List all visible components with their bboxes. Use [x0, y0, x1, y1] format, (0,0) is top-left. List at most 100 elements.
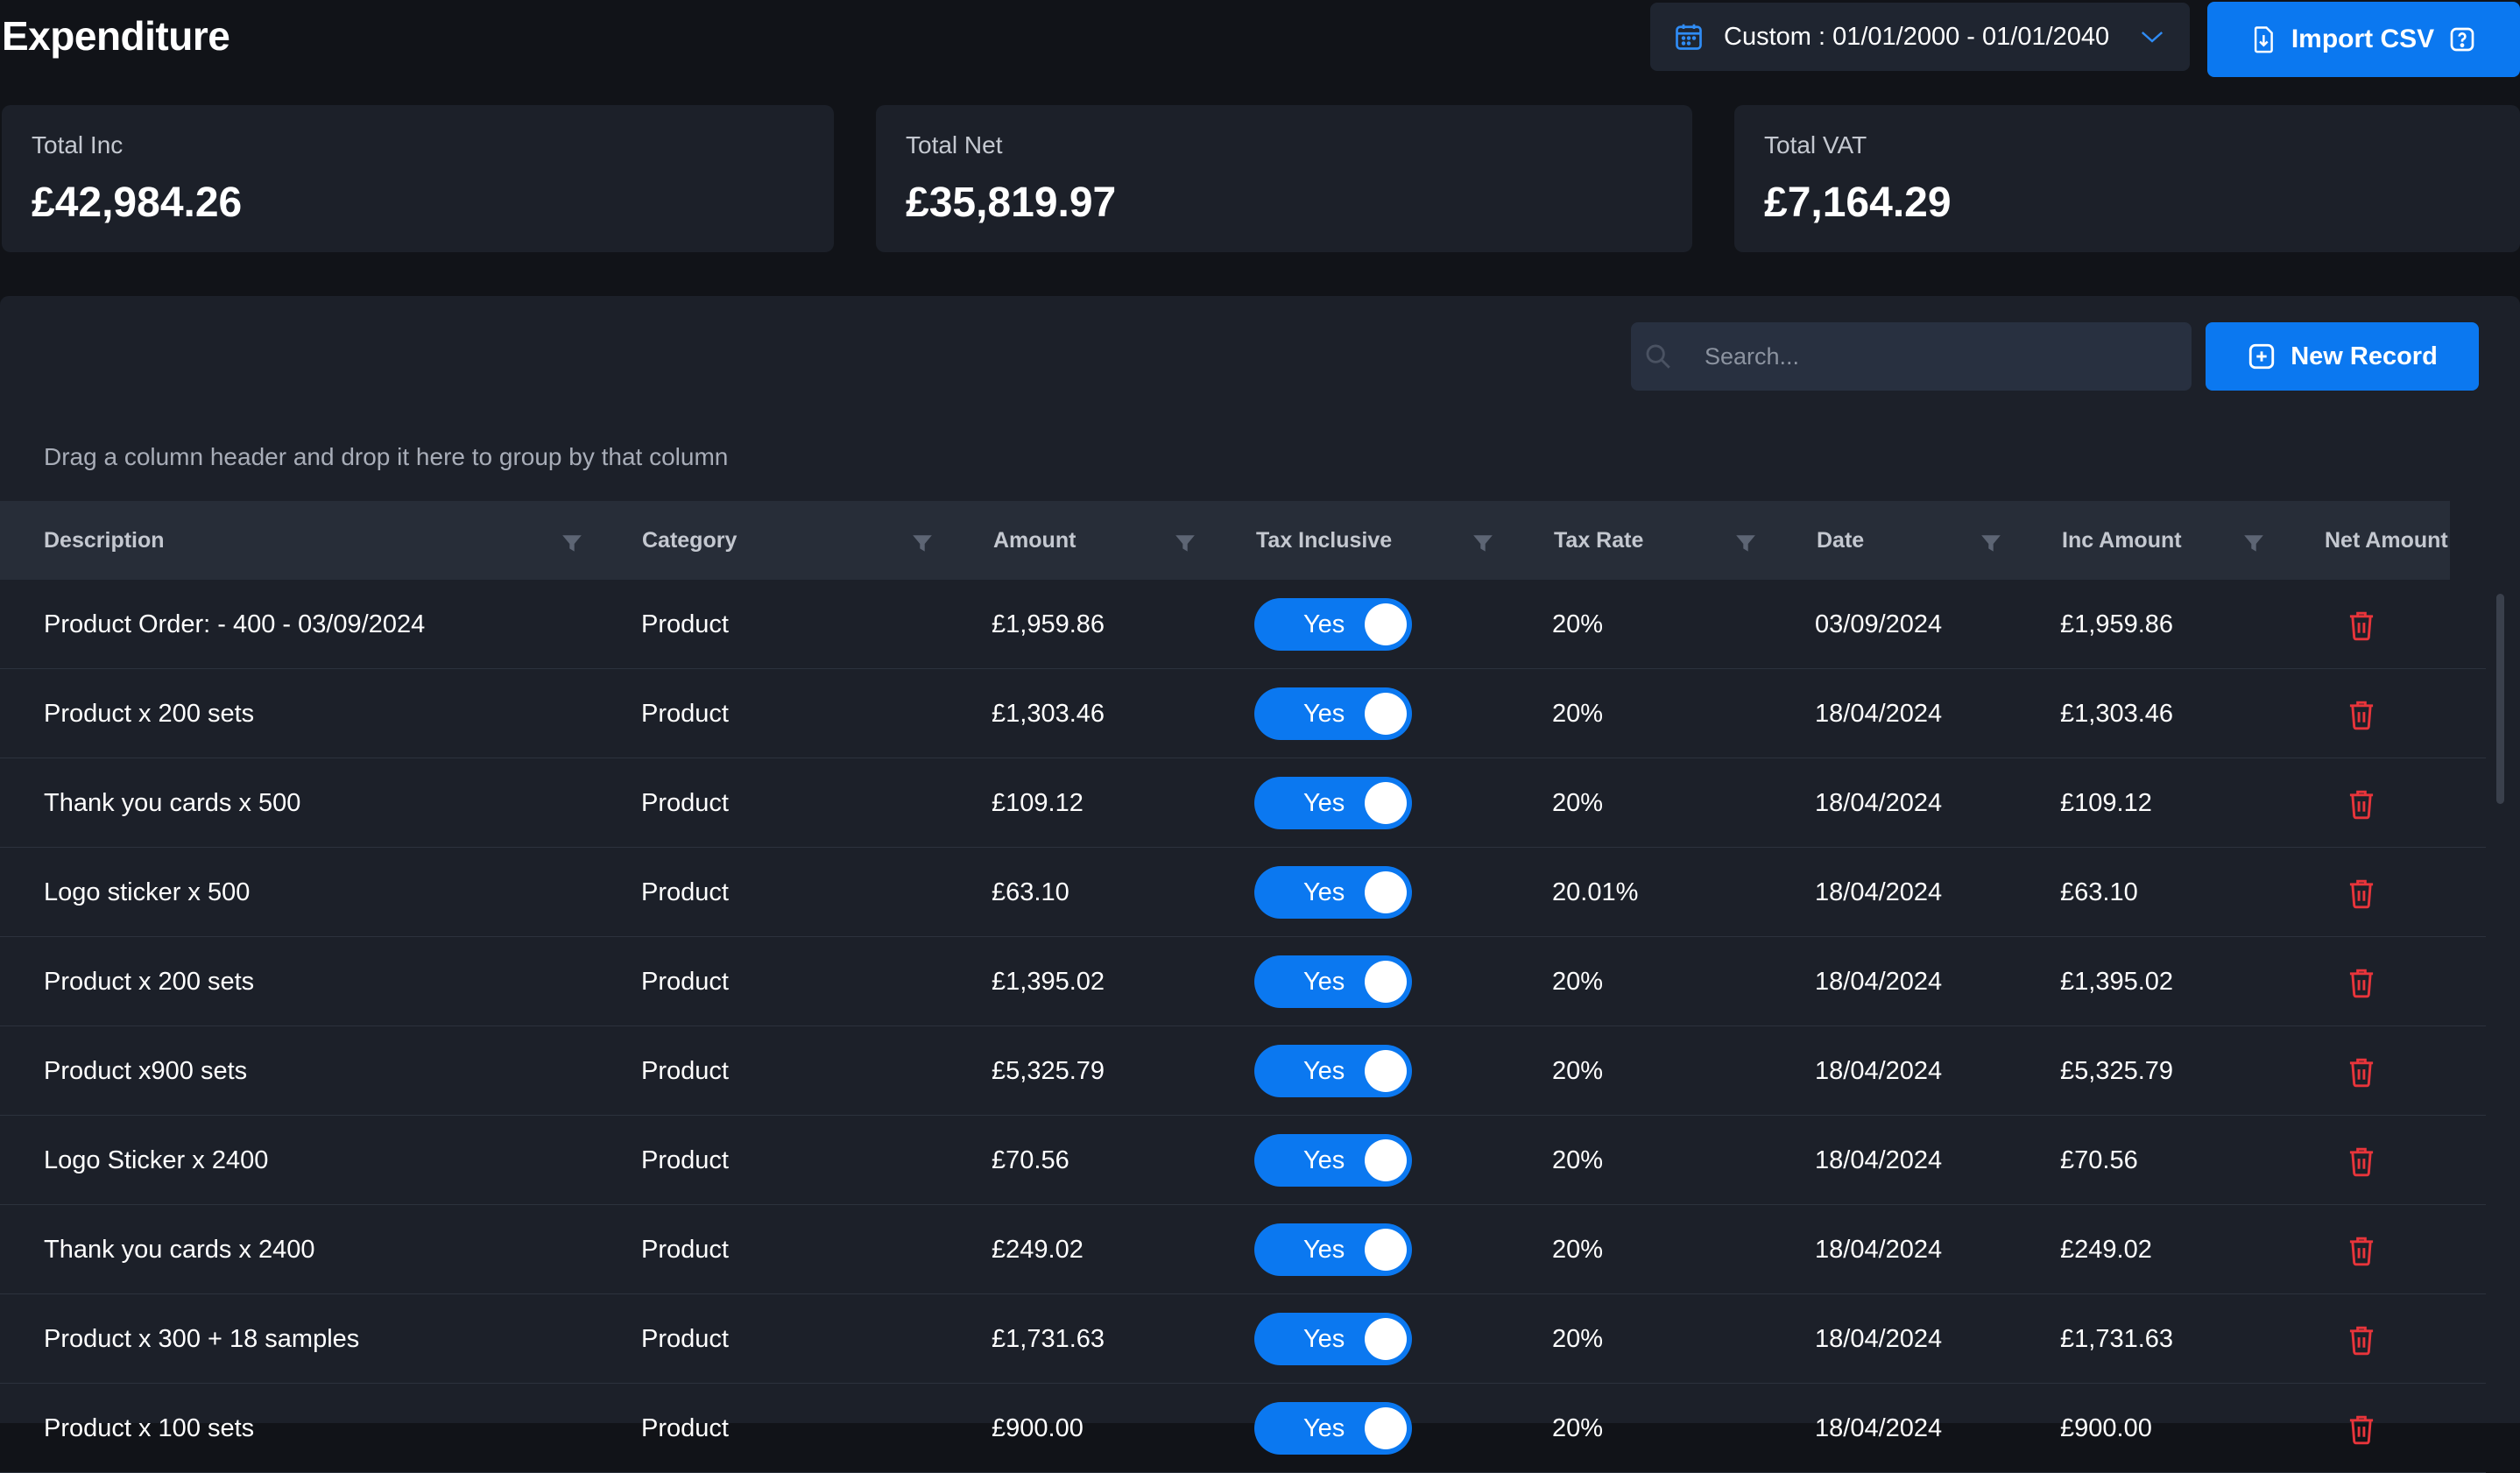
filter-funnel-icon[interactable]	[1174, 532, 1196, 555]
group-by-drop-zone[interactable]: Drag a column header and drop it here to…	[44, 443, 728, 471]
filter-funnel-icon[interactable]	[911, 532, 934, 555]
trash-icon[interactable]	[2347, 1324, 2375, 1356]
summary-value: £42,984.26	[32, 180, 243, 226]
cell-inc-amount: £109.12	[2060, 788, 2152, 817]
help-icon[interactable]	[2448, 25, 2476, 53]
summary-label: Total VAT	[1764, 131, 1867, 159]
cell-category: Product	[641, 699, 729, 728]
toggle-knob	[1365, 1318, 1407, 1360]
column-header-inc-amount[interactable]: Inc Amount	[2062, 501, 2182, 580]
table-header: Description Category Amount Tax Inclusiv…	[0, 501, 2450, 580]
chevron-down-icon	[2141, 32, 2164, 43]
trash-icon[interactable]	[2347, 1145, 2375, 1177]
cell-date: 18/04/2024	[1815, 788, 1943, 817]
toggle-label: Yes	[1303, 968, 1345, 996]
column-header-date[interactable]: Date	[1817, 501, 1864, 580]
file-import-icon	[2254, 26, 2273, 53]
toggle-label: Yes	[1303, 1057, 1345, 1085]
table-row[interactable]: Product x 100 sets Product £900.00 Yes 2…	[0, 1384, 2486, 1473]
cell-category: Product	[641, 1324, 729, 1353]
summary-value: £35,819.97	[906, 180, 1117, 226]
trash-icon[interactable]	[2347, 788, 2375, 820]
cell-amount: £109.12	[992, 788, 1084, 817]
filter-funnel-icon[interactable]	[2242, 532, 2265, 555]
column-header-net-amount[interactable]: Net Amount	[2325, 501, 2448, 580]
search-input[interactable]	[1705, 342, 2160, 370]
search-box[interactable]	[1631, 322, 2192, 391]
column-header-tax-rate[interactable]: Tax Rate	[1554, 501, 1643, 580]
vertical-scrollbar[interactable]	[2496, 594, 2504, 804]
tax-inclusive-toggle[interactable]: Yes	[1254, 955, 1412, 1008]
cell-inc-amount: £1,395.02	[2060, 967, 2174, 996]
tax-inclusive-toggle[interactable]: Yes	[1254, 1045, 1412, 1097]
tax-inclusive-toggle[interactable]: Yes	[1254, 777, 1412, 829]
cell-amount: £1,731.63	[992, 1324, 1105, 1353]
plus-square-icon	[2249, 343, 2275, 370]
column-header-description[interactable]: Description	[44, 501, 165, 580]
trash-icon[interactable]	[2347, 1056, 2375, 1088]
cell-description: Thank you cards x 2400	[44, 1235, 315, 1264]
top-bar: Expenditure Custom : 01/01/2000 - 01/01/…	[0, 0, 2520, 88]
trash-icon[interactable]	[2347, 967, 2375, 998]
table-row[interactable]: Thank you cards x 500 Product £109.12 Ye…	[0, 758, 2486, 848]
date-range-label: Custom : 01/01/2000 - 01/01/2040	[1724, 22, 2110, 51]
tax-inclusive-toggle[interactable]: Yes	[1254, 1134, 1412, 1187]
cell-inc-amount: £70.56	[2060, 1145, 2138, 1174]
toggle-label: Yes	[1303, 1325, 1345, 1353]
table-row[interactable]: Product x 200 sets Product £1,303.46 Yes…	[0, 669, 2486, 758]
table-row[interactable]: Thank you cards x 2400 Product £249.02 Y…	[0, 1205, 2486, 1294]
date-range-picker[interactable]: Custom : 01/01/2000 - 01/01/2040	[1650, 3, 2190, 71]
summary-card-total-net: Total Net £35,819.97	[876, 105, 1692, 252]
table-row[interactable]: Logo Sticker x 2400 Product £70.56 Yes 2…	[0, 1116, 2486, 1205]
cell-category: Product	[641, 610, 729, 638]
cell-amount: £5,325.79	[992, 1056, 1105, 1085]
tax-inclusive-toggle[interactable]: Yes	[1254, 866, 1412, 919]
cell-tax-rate: 20%	[1552, 967, 1604, 996]
column-header-tax-inclusive[interactable]: Tax Inclusive	[1256, 501, 1392, 580]
column-header-amount[interactable]: Amount	[993, 501, 1076, 580]
tax-inclusive-toggle[interactable]: Yes	[1254, 1402, 1412, 1455]
cell-amount: £63.10	[992, 877, 1069, 906]
table-row[interactable]: Product x 300 + 18 samples Product £1,73…	[0, 1294, 2486, 1384]
toggle-knob	[1365, 1139, 1407, 1181]
cell-tax-rate: 20%	[1552, 788, 1604, 817]
tax-inclusive-toggle[interactable]: Yes	[1254, 687, 1412, 740]
table-row[interactable]: Product x900 sets Product £5,325.79 Yes …	[0, 1026, 2486, 1116]
table-row[interactable]: Logo sticker x 500 Product £63.10 Yes 20…	[0, 848, 2486, 937]
cell-description: Product x 100 sets	[44, 1413, 255, 1442]
cell-amount: £1,959.86	[992, 610, 1105, 638]
trash-icon[interactable]	[2347, 610, 2375, 641]
trash-icon[interactable]	[2347, 1235, 2375, 1266]
toggle-knob	[1365, 1407, 1407, 1449]
trash-icon[interactable]	[2347, 1413, 2375, 1445]
cell-tax-rate: 20%	[1552, 1056, 1604, 1085]
tax-inclusive-toggle[interactable]: Yes	[1254, 1313, 1412, 1365]
cell-inc-amount: £249.02	[2060, 1235, 2152, 1264]
toggle-knob	[1365, 693, 1407, 735]
cell-category: Product	[641, 1413, 729, 1442]
trash-icon[interactable]	[2347, 699, 2375, 730]
table-row[interactable]: Product Order: - 400 - 03/09/2024 Produc…	[0, 580, 2486, 669]
column-header-category[interactable]: Category	[642, 501, 737, 580]
toggle-label: Yes	[1303, 1414, 1345, 1442]
cell-inc-amount: £1,731.63	[2060, 1324, 2174, 1353]
new-record-button[interactable]: New Record	[2206, 322, 2479, 391]
import-csv-button[interactable]: Import CSV	[2207, 2, 2520, 77]
filter-funnel-icon[interactable]	[1472, 532, 1494, 555]
filter-funnel-icon[interactable]	[1980, 532, 2002, 555]
cell-description: Product x 300 + 18 samples	[44, 1324, 360, 1353]
filter-funnel-icon[interactable]	[1734, 532, 1757, 555]
table-row[interactable]: Product x 200 sets Product £1,395.02 Yes…	[0, 937, 2486, 1026]
cell-amount: £70.56	[992, 1145, 1069, 1174]
cell-description: Logo sticker x 500	[44, 877, 251, 906]
cell-amount: £1,303.46	[992, 699, 1105, 728]
toggle-label: Yes	[1303, 610, 1345, 638]
filter-funnel-icon[interactable]	[561, 532, 583, 555]
cell-tax-rate: 20%	[1552, 699, 1604, 728]
trash-icon[interactable]	[2347, 877, 2375, 909]
summary-card-total-inc: Total Inc £42,984.26	[2, 105, 834, 252]
cell-category: Product	[641, 1145, 729, 1174]
tax-inclusive-toggle[interactable]: Yes	[1254, 598, 1412, 651]
tax-inclusive-toggle[interactable]: Yes	[1254, 1223, 1412, 1276]
summary-value: £7,164.29	[1764, 180, 1952, 226]
